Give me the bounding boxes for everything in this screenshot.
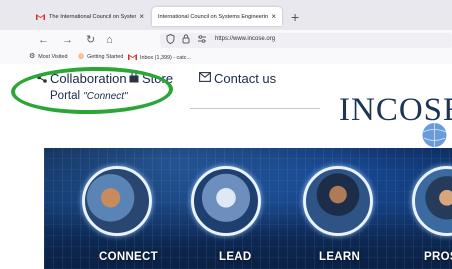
address-bar[interactable]: https://www.incose.org (160, 33, 452, 48)
bookmark-label: Most Visited (38, 53, 68, 60)
prosper-label[interactable]: PROS (424, 251, 452, 263)
contact-us-link[interactable]: Contact us (199, 72, 276, 86)
reload-icon[interactable]: ↻ (86, 34, 95, 46)
bookmark-most-visited[interactable]: ⚙ Most Visited (29, 53, 68, 60)
connect-label[interactable]: CONNECT (99, 251, 158, 263)
home-icon[interactable]: ⌂ (106, 34, 113, 46)
browser-tab-2-active[interactable]: International Council on Systems Enginee… (152, 7, 282, 26)
handshake-image-circle[interactable] (82, 166, 152, 236)
gmail-icon (128, 53, 137, 62)
permissions-icon[interactable] (197, 34, 207, 47)
envelope-icon (199, 72, 211, 86)
lead-label[interactable]: LEAD (219, 251, 252, 263)
back-arrow-icon[interactable]: ← (38, 34, 49, 46)
bookmarks-bar: ⚙ Most Visited ◍ Getting Started Inbox (… (0, 50, 452, 65)
bookmark-inbox[interactable]: Inbox (1,399) - catc... (128, 53, 191, 62)
hero-banner: CONNECT LEAD LEARN PROS (44, 148, 452, 269)
browser-toolbar: ← → ↻ ⌂ https://www.incose.org (0, 30, 452, 50)
tab-title: International Council on Systems Enginee… (158, 13, 269, 20)
close-tab-icon[interactable]: × (271, 12, 276, 21)
learn-image-circle[interactable] (303, 166, 373, 236)
nav-divider (190, 108, 320, 109)
shield-icon[interactable] (166, 33, 175, 47)
url-text[interactable]: https://www.incose.org (215, 36, 275, 42)
firefox-icon: ◍ (78, 53, 85, 60)
forward-arrow-icon[interactable]: → (62, 34, 73, 46)
browser-tab-1[interactable]: The International Council on Systems Eng… (30, 7, 150, 26)
bookmark-label: Getting Started (87, 53, 124, 60)
close-tab-icon[interactable]: × (139, 12, 144, 21)
gmail-icon (36, 13, 45, 20)
contact-label: Contact us (214, 71, 277, 86)
gear-icon: ⚙ (29, 53, 36, 60)
learn-label[interactable]: LEARN (319, 251, 360, 263)
bookmark-label: Inbox (1,399) - catc... (140, 54, 191, 61)
bookmark-getting-started[interactable]: ◍ Getting Started (78, 53, 123, 60)
new-tab-button[interactable]: + (291, 9, 299, 25)
tab-title: The International Council on Systems Eng… (49, 13, 136, 20)
lead-image-circle[interactable] (191, 166, 261, 236)
browser-tab-strip: The International Council on Systems Eng… (0, 0, 452, 30)
lock-icon[interactable] (182, 34, 190, 47)
